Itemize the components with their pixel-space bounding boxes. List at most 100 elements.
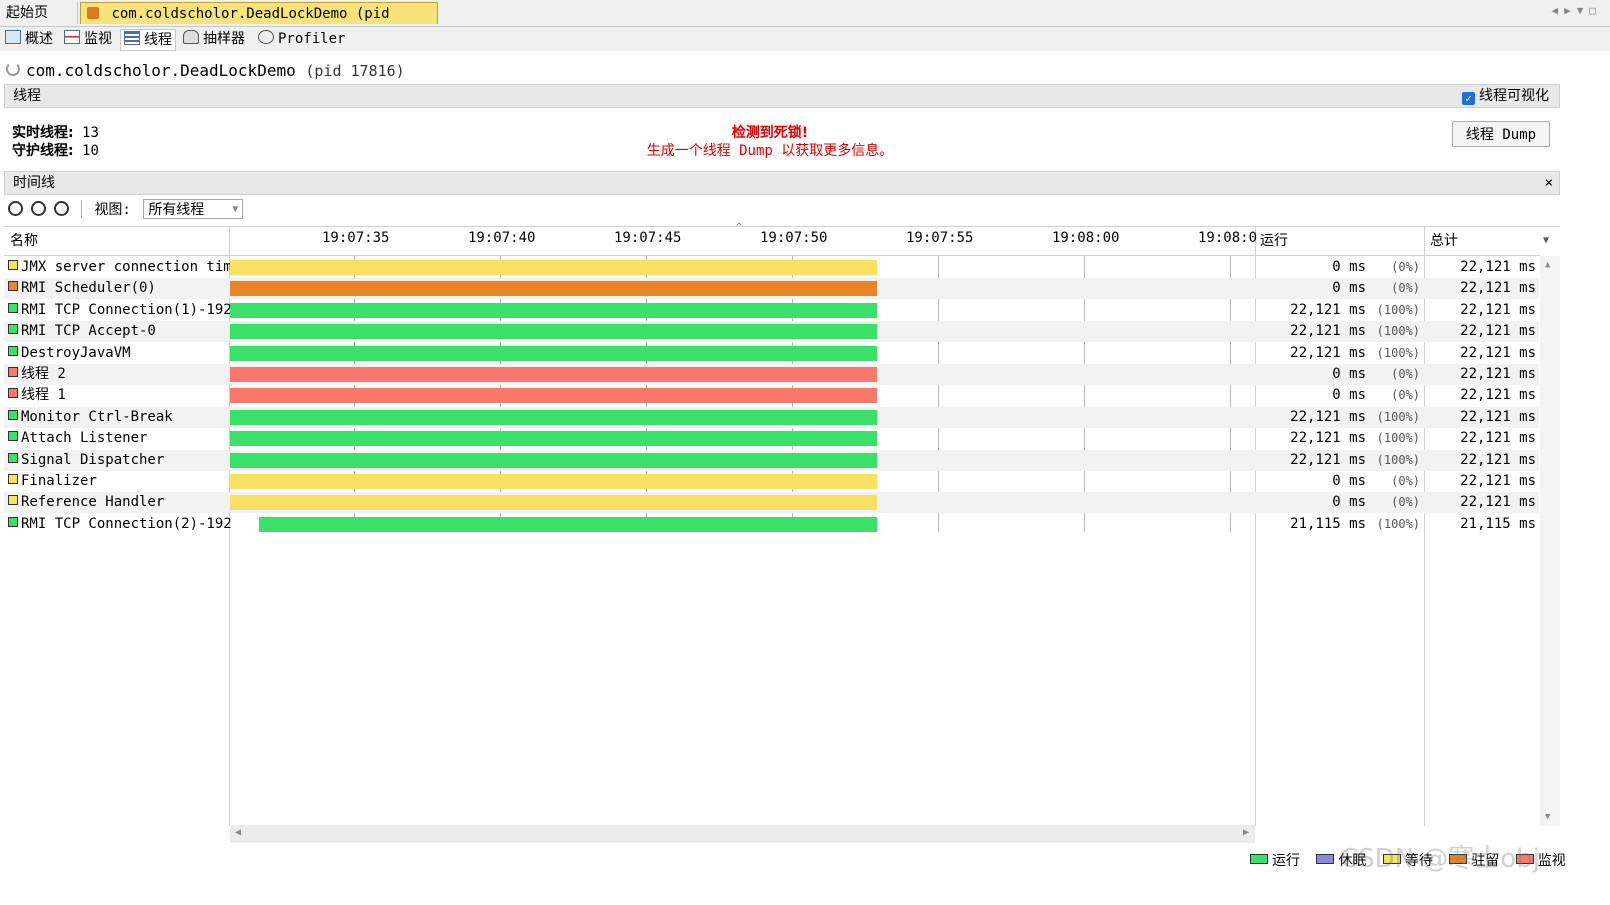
thread-timeline-bar[interactable]	[230, 281, 877, 297]
table-row[interactable]: RMI TCP Accept-0 22,121 ms (100%) 22,121 ms	[4, 321, 1539, 343]
thread-run-time: 22,121 ms	[1290, 430, 1366, 447]
thread-total-time: 22,121 ms	[1460, 280, 1536, 297]
deadlock-title: 检测到死锁!	[731, 125, 809, 141]
thread-state-swatch	[8, 452, 18, 463]
table-row[interactable]: JMX server connection timeo 0 ms (0%) 22,12…	[4, 257, 1539, 278]
subtab-monitor-label: 监视	[84, 31, 112, 47]
thread-timeline-bar[interactable]	[259, 516, 877, 532]
thread-timeline-bar[interactable]	[230, 367, 877, 382]
live-threads-value: 13	[82, 125, 99, 141]
threads-list-icon	[124, 31, 140, 45]
thread-run-time: 22,121 ms	[1290, 451, 1366, 468]
table-row[interactable]: RMI TCP Connection(1)-192.1 22,121 ms (100…	[4, 300, 1539, 321]
thread-timeline-bar[interactable]	[230, 409, 877, 425]
scroll-up-icon[interactable]: ▲	[1545, 260, 1550, 270]
zoom-out-icon[interactable]	[31, 201, 46, 216]
checkbox-checked-icon[interactable]: ✓	[1462, 92, 1475, 105]
thread-run-time: 22,121 ms	[1290, 408, 1366, 425]
tab-start-page[interactable]: 起始页 ×	[0, 2, 78, 42]
scroll-left-icon[interactable]: ◀	[235, 827, 241, 838]
thread-name: Signal Dispatcher	[8, 450, 232, 471]
view-select[interactable]: 所有线程 ▼	[143, 199, 244, 219]
horizontal-scrollbar[interactable]: ◀ ▶	[230, 825, 1255, 843]
watermark: CSDN @寒士obj	[1340, 844, 1541, 874]
thread-name: RMI TCP Accept-0	[8, 321, 232, 342]
thread-timeline-bar[interactable]	[230, 324, 877, 340]
thread-timeline-bar[interactable]	[230, 260, 877, 275]
thread-total-time: 22,121 ms	[1460, 473, 1536, 489]
timeline-tick-label: 19:07:35	[322, 230, 390, 246]
subtab-monitor[interactable]: 监视	[64, 29, 112, 49]
thread-total-time: 22,121 ms	[1460, 323, 1536, 340]
subtab-overview[interactable]: 概述	[5, 29, 53, 49]
column-header-total[interactable]: 总计	[1430, 226, 1458, 256]
scroll-down-icon[interactable]: ▼	[1545, 812, 1550, 822]
close-icon[interactable]: ×	[1545, 172, 1553, 194]
vertical-scrollbar[interactable]: ▲ ▼	[1540, 256, 1560, 826]
chevron-down-icon: ▼	[232, 204, 239, 215]
thread-name: RMI TCP Connection(1)-192.1	[8, 300, 232, 321]
table-row[interactable]: RMI TCP Connection(2)-192.1 21,115 ms (100…	[4, 514, 1539, 535]
table-row[interactable]: 线程 1 0 ms (0%) 22,121 ms	[4, 385, 1539, 406]
subtab-sampler[interactable]: 抽样器	[183, 29, 245, 49]
daemon-threads-value: 10	[82, 143, 99, 159]
subtab-threads[interactable]: 线程	[120, 29, 176, 51]
thread-state-swatch	[8, 302, 18, 313]
table-row[interactable]: DestroyJavaVM 22,121 ms (100%) 22,121 ms	[4, 343, 1539, 364]
timeline-tick-label: 19:07:50	[760, 230, 828, 246]
thread-total-time: 22,121 ms	[1460, 451, 1536, 468]
zoom-in-icon[interactable]	[8, 201, 23, 216]
thread-name: Attach Listener	[8, 428, 232, 449]
thread-timeline-bar[interactable]	[230, 302, 877, 318]
table-row[interactable]: 线程 2 0 ms (0%) 22,121 ms	[4, 364, 1539, 385]
thread-timeline-bar[interactable]	[230, 474, 877, 489]
thread-total-time: 22,121 ms	[1460, 344, 1536, 361]
thread-visualization-label: 线程可视化	[1479, 88, 1549, 104]
thread-state-swatch	[8, 324, 18, 335]
subtab-sampler-label: 抽样器	[203, 31, 245, 47]
view-subtabs: 概述 监视 线程 抽样器 Profiler	[0, 27, 1610, 51]
thread-visualization-checkbox[interactable]: ✓ 线程可视化	[1462, 88, 1549, 105]
thread-timeline-bar[interactable]	[230, 345, 877, 361]
column-menu-icon[interactable]: ▼	[1543, 226, 1549, 256]
tab-start-label: 起始页	[6, 5, 48, 21]
table-row[interactable]: RMI Scheduler(0) 0 ms (0%) 22,121 ms	[4, 278, 1539, 300]
thread-dump-button[interactable]: 线程 Dump	[1452, 121, 1550, 147]
thread-total-time: 22,121 ms	[1460, 366, 1536, 382]
thread-run-percent: (0%)	[1391, 495, 1420, 510]
header-divider	[4, 255, 1540, 256]
thread-run-time: 22,121 ms	[1290, 301, 1366, 318]
subtab-threads-label: 线程	[144, 32, 172, 48]
thread-run-percent: (0%)	[1391, 474, 1420, 488]
table-row[interactable]: Reference Handler 0 ms (0%) 22,121 ms	[4, 492, 1539, 514]
timeline-toolbar: 视图: 所有线程 ▼	[8, 198, 244, 222]
thread-timeline-bar[interactable]	[230, 431, 877, 447]
app-header: com.coldscholor.DeadLockDemo (pid 17816)	[6, 60, 405, 82]
thread-name: 线程 2	[8, 364, 232, 385]
table-row[interactable]: Monitor Ctrl-Break 22,121 ms (100%) 22,121 …	[4, 406, 1539, 428]
thread-run-percent: (0%)	[1391, 260, 1420, 274]
thread-run-time: 21,115 ms	[1290, 515, 1366, 532]
scroll-right-icon[interactable]: ▶	[1243, 827, 1249, 838]
thread-stats: 实时线程: 13 守护线程: 10	[12, 124, 99, 160]
legend-monitor-label: 监视	[1537, 853, 1566, 869]
subtab-profiler[interactable]: Profiler	[258, 29, 345, 49]
thread-run-time: 0 ms	[1332, 366, 1366, 382]
table-row[interactable]: Attach Listener 22,121 ms (100%) 22,121 ms	[4, 428, 1539, 449]
zoom-fit-icon[interactable]	[54, 201, 69, 216]
thread-run-percent: (0%)	[1391, 281, 1420, 296]
thread-timeline-bar[interactable]	[230, 452, 877, 468]
column-header-run[interactable]: 运行	[1260, 226, 1288, 256]
thread-run-percent: (100%)	[1376, 409, 1420, 424]
thread-state-swatch	[8, 431, 18, 442]
thread-run-time: 22,121 ms	[1290, 344, 1366, 361]
table-row[interactable]: Signal Dispatcher 22,121 ms (100%) 22,121 m…	[4, 449, 1539, 471]
table-row[interactable]: Finalizer 0 ms (0%) 22,121 ms	[4, 471, 1539, 492]
thread-state-swatch	[8, 345, 18, 356]
column-header-name[interactable]: 名称	[10, 226, 38, 256]
tab-app[interactable]: com.coldscholor.DeadLockDemo (pid 17816)…	[80, 2, 438, 44]
thread-timeline-bar[interactable]	[230, 495, 877, 511]
thread-total-time: 22,121 ms	[1460, 494, 1536, 511]
tab-scroll-controls[interactable]: ◀▶▼□	[1552, 4, 1603, 17]
thread-timeline-bar[interactable]	[230, 388, 877, 404]
